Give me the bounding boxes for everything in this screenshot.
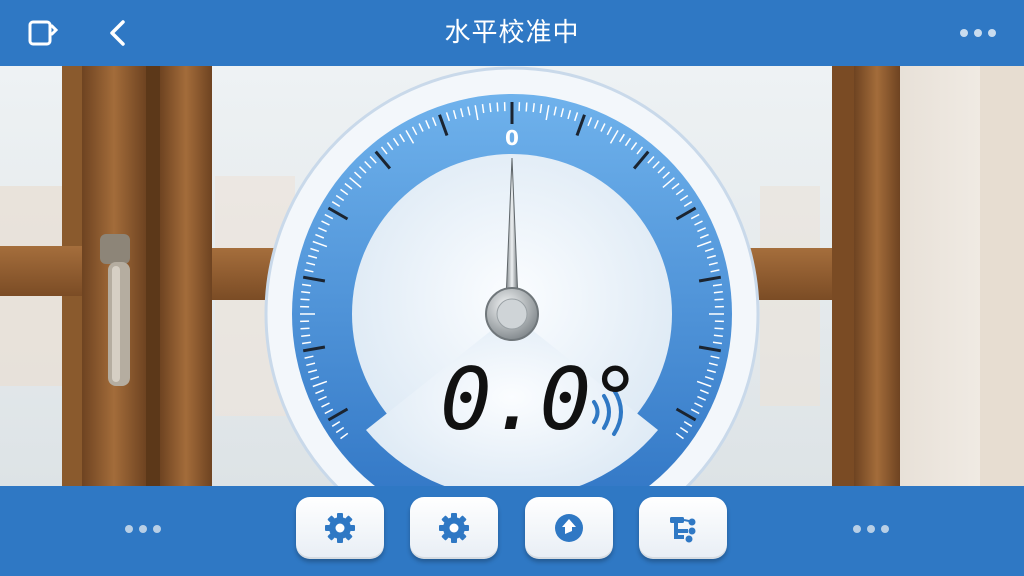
gauge-tick: [525, 102, 528, 112]
flow-chart-icon: [670, 517, 696, 543]
left-more-dots-icon[interactable]: [125, 525, 161, 533]
gear-icon: [439, 513, 469, 543]
gauge-tick: [714, 298, 724, 301]
gear-icon: [325, 513, 355, 543]
more-dots-icon[interactable]: [960, 29, 996, 37]
gauge-tick: [301, 291, 311, 294]
angle-readout: 0.0°: [440, 350, 641, 450]
gauge-tick: [300, 327, 310, 330]
gauge-tick: [301, 334, 311, 337]
right-more-dots-icon[interactable]: [853, 525, 889, 533]
flow-button[interactable]: [639, 497, 727, 559]
gauge-tick: [713, 291, 723, 294]
gauge-tick: [496, 102, 499, 112]
gauge-tick: [489, 103, 492, 113]
page-title: 水平校准中: [444, 18, 580, 48]
gauge-tick: [300, 298, 310, 301]
gauge-tick: [713, 334, 723, 337]
gauge-tick: [532, 103, 535, 113]
settings-button-2[interactable]: [410, 497, 498, 559]
rotate-button[interactable]: [525, 497, 613, 559]
gauge-tick: [714, 327, 724, 330]
gauge-scale-zero-label: 0: [505, 126, 519, 150]
rotate-arrow-icon: [555, 514, 583, 542]
settings-button-1[interactable]: [296, 497, 384, 559]
